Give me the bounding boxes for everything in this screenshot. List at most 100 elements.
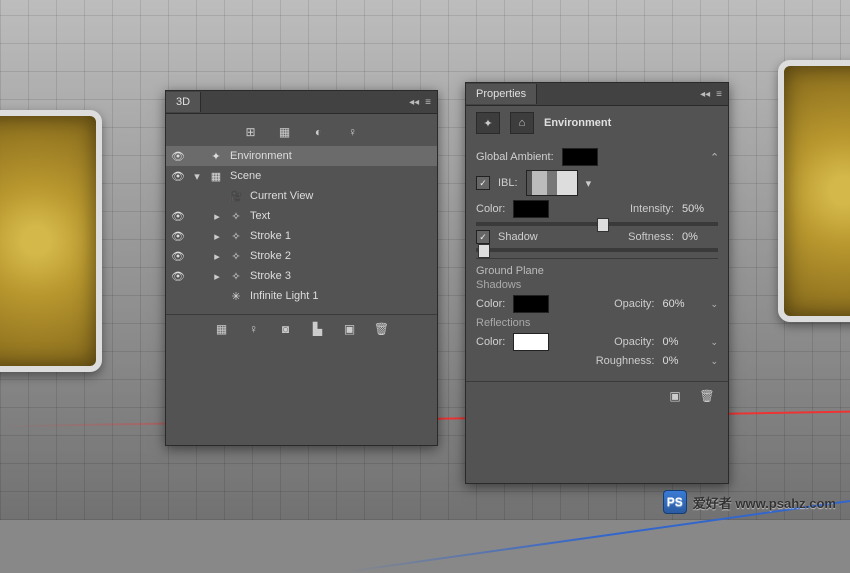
expand-icon[interactable]: ▸	[192, 230, 222, 243]
scene-tree: 👁 ✦ Environment 👁 ▾ ▦ Scene 🎥 Current View 👁 ▸ ✧ Tex…	[166, 146, 437, 306]
tab-3d[interactable]: 3D	[166, 92, 201, 112]
properties-heading: Environment	[544, 117, 611, 129]
filter-scene-icon[interactable]: ⊞	[242, 124, 260, 140]
dropdown-icon[interactable]: ⌄	[710, 337, 718, 348]
item-type-icon: ✦	[208, 150, 224, 163]
expand-icon[interactable]: ▸	[192, 210, 222, 223]
shadow-label: Shadow	[498, 231, 538, 243]
expand-icon[interactable]: ▾	[192, 170, 202, 183]
panel-properties: Properties ◂◂ ≡ ✦ ⌂ Environment Global A…	[465, 82, 729, 484]
shadows-color-label: Color:	[476, 298, 505, 310]
render-settings-icon[interactable]: ▣	[666, 388, 684, 404]
intensity-slider[interactable]	[476, 222, 718, 226]
footer-delete-icon[interactable]: 🗑	[373, 321, 391, 337]
panel-properties-footer: ▣ 🗑	[466, 381, 728, 410]
item-type-icon: 🎥	[228, 190, 244, 203]
tree-row-scene[interactable]: 👁 ▾ ▦ Scene	[166, 166, 437, 186]
footer-ground-icon[interactable]: ▙	[309, 321, 327, 337]
roughness-label: Roughness:	[596, 355, 655, 367]
dropdown-icon[interactable]: ⌄	[710, 299, 718, 310]
watermark: PS 爱好者 www.psahz.com	[663, 490, 836, 514]
ibl-edit-icon[interactable]: ▾	[586, 177, 592, 190]
panel-3d-body: ⊞ ▦ ◐ ♀ 👁 ✦ Environment 👁 ▾ ▦ Scene 🎥 Current Vi…	[166, 114, 437, 347]
tree-item-label: Environment	[230, 150, 431, 162]
filter-material-icon[interactable]: ◐	[310, 124, 328, 140]
item-type-icon: ✧	[228, 270, 244, 283]
footer-mesh-icon[interactable]: ▦	[213, 321, 231, 337]
global-ambient-swatch[interactable]	[562, 148, 598, 166]
gold-letter-right	[778, 60, 850, 322]
visibility-eye-icon[interactable]: 👁	[170, 150, 186, 163]
item-type-icon: ✧	[228, 210, 244, 223]
ibl-image-swatch[interactable]	[526, 170, 578, 196]
shadow-checkbox[interactable]: ✓	[476, 230, 490, 244]
gold-letter-left	[0, 110, 102, 372]
visibility-eye-icon[interactable]: 👁	[170, 230, 186, 243]
shadows-color-swatch[interactable]	[513, 295, 549, 313]
softness-label: Softness:	[628, 231, 674, 243]
panel-3d-footer: ▦ ♀ ◙ ▙ ▣ 🗑	[166, 314, 437, 343]
tree-row-stroke-1[interactable]: 👁▸✧Stroke 1	[166, 226, 437, 246]
global-ambient-label: Global Ambient:	[476, 151, 554, 163]
item-type-icon: ▦	[208, 170, 224, 183]
watermark-text: 爱好者 www.psahz.com	[693, 493, 836, 512]
reflections-color-swatch[interactable]	[513, 333, 549, 351]
reflections-sublabel: Reflections	[476, 317, 718, 329]
tree-row-stroke-3[interactable]: 👁 ▸ ✧ Stroke 3	[166, 266, 437, 286]
tree-item-label: Stroke 3	[250, 270, 431, 282]
ibl-label: IBL:	[498, 177, 518, 189]
panel-3d: 3D ◂◂ ≡ ⊞ ▦ ◐ ♀ 👁 ✦ Environment 👁 ▾ ▦ Scene 🎥 Cu…	[165, 90, 438, 446]
item-type-icon: ✧	[228, 250, 244, 263]
footer-render-icon[interactable]: ▣	[341, 321, 359, 337]
shadows-opacity-value[interactable]: 60%	[662, 298, 698, 310]
tab-properties[interactable]: Properties	[466, 84, 537, 104]
ground-plane-label: Ground Plane	[476, 265, 718, 277]
expand-icon[interactable]: ▸	[192, 270, 222, 283]
tree-item-label: Stroke 2	[250, 250, 431, 262]
visibility-eye-icon[interactable]: 👁	[170, 270, 186, 283]
item-type-icon: ✳	[228, 290, 244, 303]
footer-light-icon[interactable]: ♀	[245, 321, 263, 337]
filter-icons-row: ⊞ ▦ ◐ ♀	[166, 118, 437, 146]
delete-icon[interactable]: 🗑	[698, 388, 716, 404]
ibl-color-swatch[interactable]	[513, 200, 549, 218]
ibl-color-label: Color:	[476, 203, 505, 215]
panel-properties-tabs: Properties ◂◂ ≡	[466, 83, 728, 106]
properties-header: ✦ ⌂ Environment	[466, 106, 728, 140]
tree-item-label: Current View	[250, 190, 431, 202]
tree-row-environment[interactable]: 👁 ✦ Environment	[166, 146, 437, 166]
intensity-label: Intensity:	[630, 203, 674, 215]
tree-item-label: Text	[250, 210, 431, 222]
watermark-logo: PS	[663, 490, 687, 514]
panel-collapse-icon[interactable]: ◂◂	[700, 89, 710, 100]
expand-icon[interactable]: ▸	[192, 250, 222, 263]
tree-row-text[interactable]: 👁 ▸ ✧ Text	[166, 206, 437, 226]
shadows-sublabel: Shadows	[476, 279, 718, 291]
panel-menu-icon[interactable]: ≡	[425, 97, 431, 108]
section-caret-icon[interactable]: ⌃	[710, 151, 718, 164]
dropdown-icon[interactable]: ⌄	[710, 356, 718, 367]
filter-mesh-icon[interactable]: ▦	[276, 124, 294, 140]
env-mode-icon[interactable]: ✦	[476, 112, 500, 134]
panel-3d-tabs: 3D ◂◂ ≡	[166, 91, 437, 114]
footer-camera-icon[interactable]: ◙	[277, 321, 295, 337]
reflections-color-label: Color:	[476, 336, 505, 348]
visibility-eye-icon[interactable]: 👁	[170, 170, 186, 183]
reflections-opacity-value[interactable]: 0%	[662, 336, 698, 348]
tree-row-stroke-2[interactable]: 👁 ▸ ✧ Stroke 2	[166, 246, 437, 266]
visibility-eye-icon[interactable]: 👁	[170, 210, 186, 223]
tree-row-current-view[interactable]: 🎥 Current View	[166, 186, 437, 206]
tree-item-label: Scene	[230, 170, 431, 182]
env-subtype-icon[interactable]: ⌂	[510, 112, 534, 134]
visibility-eye-icon[interactable]: 👁	[170, 250, 186, 263]
roughness-value[interactable]: 0%	[662, 355, 698, 367]
filter-light-icon[interactable]: ♀	[344, 124, 362, 140]
softness-value[interactable]: 0%	[682, 231, 718, 243]
softness-slider[interactable]	[476, 248, 718, 252]
panel-collapse-icon[interactable]: ◂◂	[409, 97, 419, 108]
tree-row-infinite-light-1[interactable]: ✳Infinite Light 1	[166, 286, 437, 306]
intensity-value[interactable]: 50%	[682, 203, 718, 215]
ibl-checkbox[interactable]: ✓	[476, 176, 490, 190]
shadows-opacity-label: Opacity:	[614, 298, 654, 310]
panel-menu-icon[interactable]: ≡	[716, 89, 722, 100]
